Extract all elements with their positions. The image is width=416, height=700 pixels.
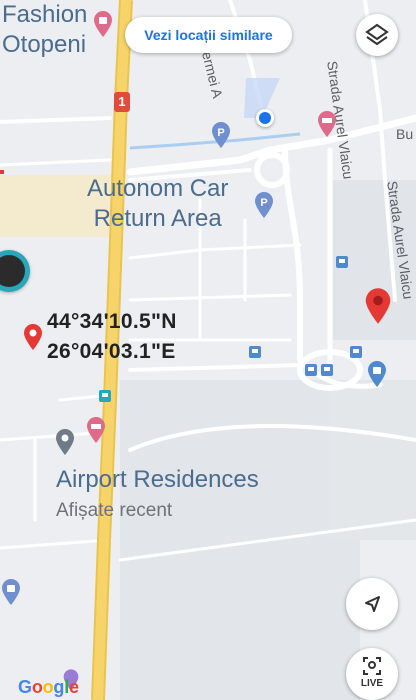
bus-stop-icon[interactable]: [350, 346, 362, 358]
longitude-label: 26°04'03.1"E: [47, 340, 176, 363]
map-marker-dot: [0, 170, 4, 174]
live-label: LIVE: [360, 678, 384, 689]
latitude-label: 44°34'10.5"N: [47, 310, 177, 333]
current-location-dot[interactable]: [256, 109, 274, 127]
google-logo: Google: [18, 677, 79, 697]
bus-stop-icon[interactable]: [321, 364, 333, 376]
dropped-pin-coordinates[interactable]: 44°34'10.5"N 26°04'03.1"E: [47, 307, 177, 367]
layers-icon: [365, 23, 389, 46]
roundabout: [254, 152, 290, 188]
layers-button[interactable]: [356, 14, 398, 56]
place-label-line: Otopeni: [2, 31, 87, 58]
map-canvas[interactable]: Fashion Otopeni Autonom Car Return Area …: [0, 0, 416, 700]
navigation-arrow-icon: [365, 596, 380, 612]
bus-stop-icon[interactable]: [99, 390, 111, 402]
live-view-button[interactable]: LIVE: [346, 648, 398, 700]
parking-icon[interactable]: P: [210, 121, 232, 149]
hotel-icon[interactable]: [316, 110, 338, 138]
place-label-fashion[interactable]: Fashion Otopeni: [2, 0, 87, 60]
parking-icon[interactable]: P: [253, 191, 275, 219]
bus-stop-icon[interactable]: [305, 364, 317, 376]
svg-text:P: P: [260, 197, 267, 209]
place-label-autonom[interactable]: Autonom Car Return Area: [87, 174, 228, 234]
place-label-line: Fashion: [2, 1, 88, 28]
hotel-icon[interactable]: [85, 416, 107, 444]
dropped-pin-icon[interactable]: [22, 322, 44, 352]
place-label-line: Return Area: [93, 205, 222, 232]
recently-viewed-label: Afișate recent: [56, 500, 173, 521]
bus-stop-icon[interactable]: [249, 346, 261, 358]
location-pin-icon[interactable]: [363, 286, 393, 326]
street-label-bu: Bu: [396, 126, 414, 142]
road-shield-dn1: 1: [114, 92, 130, 112]
shopping-icon[interactable]: [0, 578, 22, 606]
svg-text:P: P: [217, 127, 224, 139]
my-location-button[interactable]: [346, 578, 398, 630]
bus-stop-icon[interactable]: [336, 256, 348, 268]
place-label-line: Autonom Car: [87, 175, 229, 202]
similar-locations-button[interactable]: Vezi locații similare: [125, 17, 292, 53]
shopping-icon[interactable]: [92, 10, 114, 38]
live-view-icon: [363, 657, 381, 675]
shopping-icon[interactable]: [366, 360, 388, 388]
location-pin-icon[interactable]: [54, 428, 76, 456]
place-label-airport-residences[interactable]: Airport Residences: [56, 466, 259, 494]
building-block: [330, 380, 416, 540]
